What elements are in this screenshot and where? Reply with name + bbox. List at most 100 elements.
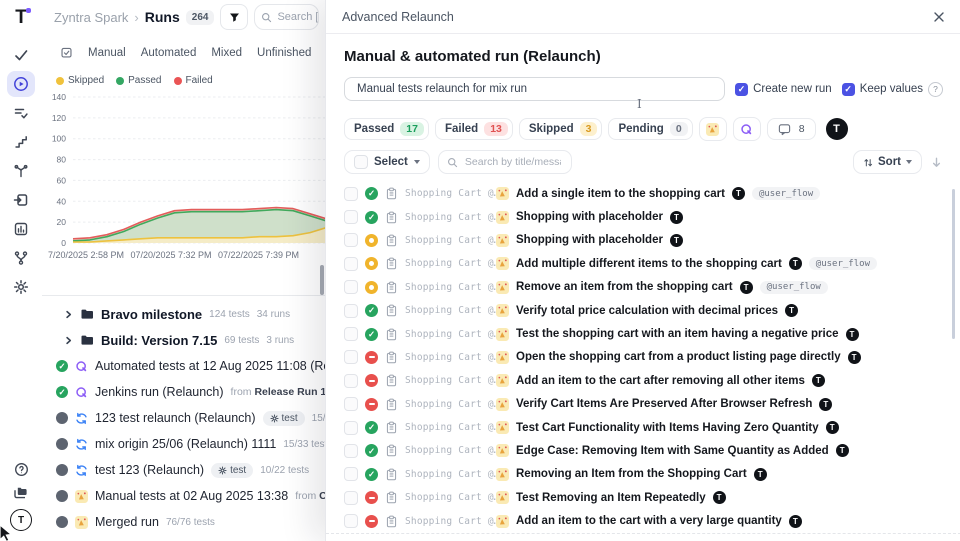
help-icon[interactable]: ? [928, 82, 943, 97]
tab-manual[interactable]: Manual [88, 47, 126, 59]
runs-panel-scrollbar[interactable] [320, 265, 324, 295]
sidebar-item-import[interactable] [7, 187, 35, 213]
test-checkbox[interactable] [344, 280, 358, 294]
projects-folder-icon[interactable] [13, 485, 29, 501]
test-title[interactable]: Verify total price calculation with deci… [516, 305, 778, 317]
test-row[interactable]: Shopping Cart @…Shopping with placeholde… [344, 229, 943, 252]
test-checkbox[interactable] [344, 397, 358, 411]
run-row[interactable]: 123 test relaunch (Relaunch)test15/23 te… [42, 405, 325, 431]
test-row[interactable]: Shopping Cart @…Open the shopping cart f… [344, 346, 943, 369]
sidebar-item-checks[interactable] [7, 42, 35, 68]
run-row[interactable]: Merged run76/76 tests [42, 509, 325, 535]
test-row[interactable]: Shopping Cart @…Verify total price calcu… [344, 299, 943, 322]
sort-direction-icon[interactable] [930, 156, 943, 169]
test-title[interactable]: Add a single item to the shopping cart [516, 188, 725, 200]
test-checkbox[interactable] [344, 350, 358, 364]
breadcrumb-page[interactable]: Runs [145, 9, 180, 25]
test-row[interactable]: Shopping Cart @…Remove an item from the … [344, 276, 943, 299]
run-row[interactable]: Automated tests at 12 Aug 2025 11:08 (Re… [42, 353, 325, 379]
test-status-failed-icon [365, 374, 378, 387]
edit-square-icon[interactable] [60, 46, 73, 59]
automated-filter-chip[interactable] [733, 117, 761, 141]
sidebar-item-branches[interactable] [7, 245, 35, 271]
test-row[interactable]: Shopping Cart @…Test Cart Functionality … [344, 416, 943, 439]
test-title[interactable]: Add an item to the cart with a very larg… [516, 515, 782, 527]
run-row[interactable]: Manual tests at 02 Aug 2025 13:38from Cu… [42, 483, 325, 509]
test-title[interactable]: Verify Cart Items Are Preserved After Br… [516, 398, 812, 410]
test-checkbox[interactable] [344, 327, 358, 341]
run-name-input[interactable] [344, 77, 725, 101]
test-row[interactable]: Shopping Cart @…Add an item to the cart … [344, 369, 943, 392]
tab-mixed[interactable]: Mixed [211, 47, 242, 59]
assignee-avatar-chip[interactable]: T [826, 118, 848, 140]
manual-filter-chip[interactable] [699, 117, 727, 141]
test-title[interactable]: Add multiple different items to the shop… [516, 258, 782, 270]
filter-chip-skipped[interactable]: Skipped3 [519, 118, 603, 140]
test-row[interactable]: Shopping Cart @…Removing an Item from th… [344, 463, 943, 486]
tests-search[interactable] [438, 150, 572, 174]
test-row[interactable]: Shopping Cart @…Add a single item to the… [344, 182, 943, 205]
test-title[interactable]: Test Cart Functionality with Items Havin… [516, 422, 819, 434]
run-row[interactable]: mix origin 25/06 (Relaunch) 111115/33 te… [42, 431, 325, 457]
sort-dropdown[interactable]: Sort [853, 150, 922, 174]
run-folder-row[interactable]: Build: Version 7.1569 tests3 runs [42, 327, 325, 353]
tab-automated[interactable]: Automated [141, 47, 197, 59]
test-title[interactable]: Test the shopping cart with an item havi… [516, 328, 839, 340]
sidebar-item-plans[interactable] [7, 158, 35, 184]
test-title[interactable]: Shopping with placeholder [516, 211, 663, 223]
select-dropdown[interactable]: Select [344, 150, 430, 174]
test-row[interactable]: Shopping Cart @…Test the shopping cart w… [344, 322, 943, 345]
run-row[interactable]: test 123 (Relaunch)test10/22 tests [42, 457, 325, 483]
filter-chip-pending[interactable]: Pending0 [608, 118, 692, 140]
sidebar-item-reports[interactable] [7, 216, 35, 242]
app-logo[interactable]: T [15, 8, 27, 28]
test-row[interactable]: Shopping Cart @…Add an item to the cart … [344, 509, 943, 532]
test-checkbox[interactable] [344, 444, 358, 458]
tab-unfinished[interactable]: Unfinished [257, 47, 311, 59]
test-row[interactable]: Shopping Cart @…Verify Cart Items Are Pr… [344, 393, 943, 416]
runs-search-input[interactable]: Search [C [254, 4, 319, 30]
comments-filter-chip[interactable]: 8 [767, 118, 816, 140]
test-checkbox[interactable] [344, 233, 358, 247]
test-checkbox[interactable] [344, 467, 358, 481]
test-checkbox[interactable] [344, 421, 358, 435]
svg-text:120: 120 [52, 113, 66, 123]
area-chart: 020406080100120140 [42, 88, 325, 246]
test-row[interactable]: Shopping Cart @…Test Removing an Item Re… [344, 486, 943, 509]
checkbox-checked-icon: ✓ [735, 83, 748, 96]
filter-chip-passed[interactable]: Passed17 [344, 118, 429, 140]
keep-values-checkbox[interactable]: ✓ Keep values ? [842, 82, 943, 97]
run-folder-row[interactable]: Bravo milestone124 tests34 runs [42, 301, 325, 327]
test-title[interactable]: Add an item to the cart after removing a… [516, 375, 805, 387]
help-icon[interactable] [14, 462, 29, 477]
test-row[interactable]: Shopping Cart @…Shopping with placeholde… [344, 205, 943, 228]
sidebar-item-settings[interactable] [7, 274, 35, 300]
run-row[interactable]: Jenkins run (Relaunch)from Release Run 1… [42, 379, 325, 405]
test-title[interactable]: Removing an Item from the Shopping Cart [516, 468, 747, 480]
test-title[interactable]: Edge Case: Removing Item with Same Quant… [516, 445, 829, 457]
breadcrumb-project[interactable]: Zyntra Spark [54, 10, 128, 25]
tests-scrollbar[interactable] [952, 189, 956, 339]
test-checkbox[interactable] [344, 374, 358, 388]
sidebar-item-test-cases[interactable] [7, 100, 35, 126]
test-row[interactable]: Shopping Cart @…Add multiple different i… [344, 252, 943, 275]
test-row[interactable]: Shopping Cart @…Edge Case: Removing Item… [344, 439, 943, 462]
sidebar-item-steps[interactable] [7, 129, 35, 155]
select-all-checkbox[interactable] [354, 155, 368, 169]
close-icon[interactable] [933, 11, 945, 23]
tests-search-input[interactable] [463, 155, 563, 169]
test-checkbox[interactable] [344, 304, 358, 318]
create-new-run-checkbox[interactable]: ✓ Create new run [735, 83, 832, 96]
test-checkbox[interactable] [344, 514, 358, 528]
test-checkbox[interactable] [344, 187, 358, 201]
filter-button[interactable] [220, 4, 248, 30]
test-checkbox[interactable] [344, 491, 358, 505]
test-title[interactable]: Remove an item from the shopping cart [516, 281, 733, 293]
test-checkbox[interactable] [344, 257, 358, 271]
test-title[interactable]: Open the shopping cart from a product li… [516, 351, 841, 363]
filter-chip-failed[interactable]: Failed13 [435, 118, 513, 140]
test-checkbox[interactable] [344, 210, 358, 224]
test-title[interactable]: Test Removing an Item Repeatedly [516, 492, 706, 504]
sidebar-item-runs[interactable] [7, 71, 35, 97]
test-title[interactable]: Shopping with placeholder [516, 234, 663, 246]
